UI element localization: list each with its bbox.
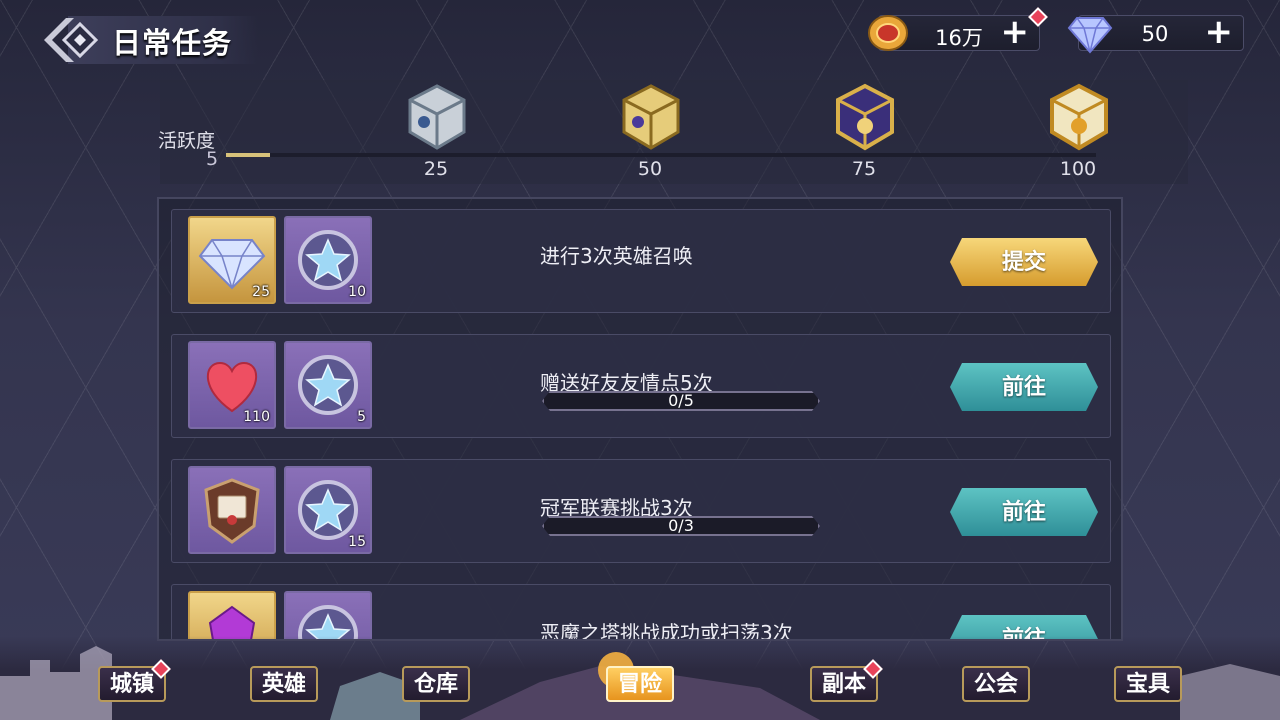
nav-adventure[interactable]: 冒险 xyxy=(606,666,675,702)
reward-slot[interactable] xyxy=(284,591,372,639)
reward-count: 10 xyxy=(348,284,366,300)
reward-slot[interactable]: 5 xyxy=(284,341,372,429)
add-gold-button[interactable]: + xyxy=(1001,14,1030,50)
reward-slot[interactable]: 25 xyxy=(188,216,276,304)
task-progress-text: 0/3 xyxy=(668,516,694,535)
go-button[interactable]: 前往 xyxy=(950,488,1098,536)
activity-progress-fill xyxy=(226,153,270,157)
gem-amount: 50 xyxy=(1141,22,1169,46)
activity-value: 5 xyxy=(206,148,219,170)
reward-slot[interactable]: 110 xyxy=(188,341,276,429)
nav-heroes[interactable]: 英雄 xyxy=(250,666,319,702)
reward-slot[interactable] xyxy=(188,466,276,554)
reward-slot[interactable]: 10 xyxy=(284,216,372,304)
reward-count: 15 xyxy=(348,534,366,550)
go-button[interactable]: 前往 xyxy=(950,363,1098,411)
gold-resource: 16万 + xyxy=(868,7,1048,51)
milestone-75: 75 xyxy=(851,158,877,180)
task-progress-bar: 0/5 xyxy=(542,391,820,411)
purple-gem-icon xyxy=(208,605,256,639)
task-name: 进行3次英雄召唤 xyxy=(540,244,693,268)
submit-button[interactable]: 提交 xyxy=(950,238,1098,286)
gem-resource: 50 + xyxy=(1067,14,1244,54)
nav-guild[interactable]: 公会 xyxy=(962,666,1031,702)
reward-slot[interactable]: 15 xyxy=(284,466,372,554)
milestone-100: 100 xyxy=(1059,158,1097,180)
task-row: 15 冠军联赛挑战3次 0/3 前往 xyxy=(171,459,1111,563)
back-button[interactable] xyxy=(40,14,100,66)
reward-count: 5 xyxy=(357,409,366,425)
task-row: 恶魔之塔挑战成功或扫荡3次 前往 xyxy=(171,584,1111,639)
task-row: 25 10 进行3次英雄召唤 提交 xyxy=(171,209,1111,313)
chest-100-icon[interactable] xyxy=(1044,82,1114,154)
task-progress-bar: 0/3 xyxy=(542,516,820,536)
task-list[interactable]: 25 10 进行3次英雄召唤 提交 110 5 赠送好友友情点5次 0/5 前往… xyxy=(157,197,1123,641)
milestone-25: 25 xyxy=(423,158,449,180)
reward-count: 110 xyxy=(243,409,270,425)
reward-count: 25 xyxy=(252,284,270,300)
add-gems-button[interactable]: + xyxy=(1205,14,1234,50)
task-progress-text: 0/5 xyxy=(668,391,694,410)
nav-treasure[interactable]: 宝具 xyxy=(1114,666,1183,702)
chest-25-icon[interactable] xyxy=(402,82,472,154)
milestone-50: 50 xyxy=(637,158,663,180)
nav-warehouse[interactable]: 仓库 xyxy=(402,666,471,702)
scroll-badge-icon xyxy=(204,478,260,544)
reward-slot[interactable] xyxy=(188,591,276,639)
page-title: 日常任务 xyxy=(112,26,233,60)
chest-50-icon[interactable] xyxy=(616,82,686,154)
chest-75-icon[interactable] xyxy=(830,82,900,154)
star-orb-icon xyxy=(298,605,358,639)
task-row: 110 5 赠送好友友情点5次 0/5 前往 xyxy=(171,334,1111,438)
